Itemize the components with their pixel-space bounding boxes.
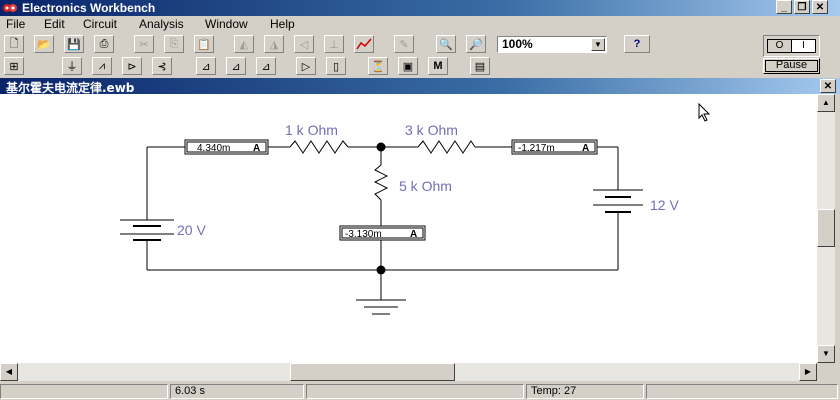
digital-bin-icon[interactable]: ▯	[326, 57, 346, 75]
basic-bin-icon[interactable]: ⩘	[92, 57, 112, 75]
scroll-corner	[817, 363, 840, 381]
close-button[interactable]: ✕	[812, 0, 828, 14]
zoom-in-icon[interactable]: 🔎	[466, 35, 486, 53]
indicators-bin-icon[interactable]: ⏳	[368, 57, 388, 75]
ammeter-3-reading: -3.130m	[345, 229, 382, 240]
menu-analysis[interactable]: Analysis	[139, 17, 184, 31]
r1-label: 1 k Ohm	[285, 122, 338, 138]
graph-icon[interactable]	[354, 35, 374, 53]
menu-window[interactable]: Window	[205, 17, 248, 31]
scroll-left-icon[interactable]: ◀	[0, 363, 18, 381]
power-switch[interactable]: O I	[763, 35, 820, 57]
junction-node-bottom	[376, 265, 386, 275]
power-on-label: I	[802, 40, 805, 51]
ammeter-2-unit: A	[582, 143, 589, 154]
circuit-canvas[interactable]: 4.340m A -1.217m A -3.130m A 1 k Ohm 3 k…	[0, 94, 817, 363]
status-panel-empty	[306, 384, 524, 399]
status-panel-extra	[646, 384, 838, 399]
v1-label: 20 V	[177, 222, 206, 238]
app-titlebar: Electronics Workbench	[0, 0, 840, 16]
minimize-button[interactable]: _	[776, 0, 792, 14]
open-folder-icon[interactable]: 📂	[34, 35, 54, 53]
rotate-icon[interactable]: ◭	[234, 35, 254, 53]
transistors-bin-icon[interactable]: ⊰	[152, 57, 172, 75]
ammeter-2[interactable]: -1.217m A	[511, 139, 598, 155]
menu-edit[interactable]: Edit	[44, 17, 65, 31]
ammeter-3-unit: A	[410, 229, 417, 240]
sources-bin-icon[interactable]: ⏚	[62, 57, 82, 75]
vertical-scrollbar[interactable]: ▲ ▼	[817, 94, 835, 363]
paste-icon[interactable]: 📋	[194, 35, 214, 53]
power-off-label: O	[768, 40, 792, 52]
app-logo-icon	[3, 4, 17, 12]
r2-label: 3 k Ohm	[405, 122, 458, 138]
resistor-r1	[289, 140, 349, 154]
document-close-button[interactable]: ✕	[820, 79, 836, 93]
app-title: Electronics Workbench	[22, 1, 156, 15]
flip-horizontal-icon[interactable]: ◮	[264, 35, 284, 53]
parts-toolbar: ⊞ ⏚ ⩘ ⊳ ⊰ ⊿ ⊿ ⊿ ▷ ▯ ⏳ ▣ M ▤	[0, 55, 840, 77]
pause-button[interactable]: Pause	[763, 58, 820, 74]
document-titlebar: 基尔霍夫电流定律.ewb ✕	[0, 78, 840, 95]
ammeter-1-unit: A	[253, 143, 260, 154]
resistor-r3	[373, 164, 389, 201]
status-bar: 6.03 s Temp: 27	[0, 383, 840, 400]
battery-v1	[120, 219, 174, 241]
battery-v2	[593, 189, 643, 213]
analog-ic-bin-icon[interactable]: ⊿	[196, 57, 216, 75]
ammeter-1[interactable]: 4.340m A	[184, 139, 269, 155]
ammeter-1-reading: 4.340m	[197, 143, 230, 154]
r3-label: 5 k Ohm	[399, 178, 452, 194]
status-temp: Temp: 27	[526, 384, 644, 399]
flip-vertical-icon[interactable]: ◁	[294, 35, 314, 53]
mouse-cursor-icon	[698, 102, 711, 122]
menu-circuit[interactable]: Circuit	[83, 17, 117, 31]
ammeter-2-reading: -1.217m	[518, 143, 555, 154]
controls-bin-icon[interactable]: ▣	[398, 57, 418, 75]
restore-button[interactable]: ❐	[794, 0, 810, 14]
zoom-value: 100%	[502, 37, 533, 51]
zoom-select[interactable]: 100% ▼	[497, 36, 607, 53]
circuit-diagram: 4.340m A -1.217m A -3.130m A 1 k Ohm 3 k…	[120, 102, 711, 315]
save-icon[interactable]: 💾	[64, 35, 84, 53]
window-controls: _ ❐ ✕	[776, 0, 828, 14]
digital-ic-bin-icon[interactable]: ⊿	[256, 57, 276, 75]
diodes-bin-icon[interactable]: ⊳	[122, 57, 142, 75]
scroll-down-icon[interactable]: ▼	[817, 345, 835, 363]
horizontal-scrollbar[interactable]: ◀ ▶	[0, 363, 817, 381]
ammeter-3[interactable]: -3.130m A	[339, 225, 426, 241]
horizontal-scroll-thumb[interactable]	[290, 363, 455, 381]
menu-help[interactable]: Help	[270, 17, 295, 31]
menu-file[interactable]: File	[6, 17, 25, 31]
misc-bin-icon[interactable]: M	[428, 57, 448, 75]
mixed-ic-bin-icon[interactable]: ⊿	[226, 57, 246, 75]
v2-label: 12 V	[650, 197, 679, 213]
chevron-down-icon[interactable]: ▼	[591, 38, 605, 51]
scroll-right-icon[interactable]: ▶	[799, 363, 817, 381]
new-file-icon[interactable]: 🗋	[4, 35, 24, 53]
main-toolbar: 🗋 📂 💾 ⎙ ✂ ⎘ 📋 ◭ ◮ ◁ ⊥ ✎ 🔍 🔎 100% ▼ ?	[0, 33, 840, 55]
copy-icon[interactable]: ⎘	[164, 35, 184, 53]
cut-icon[interactable]: ✂	[134, 35, 154, 53]
print-icon[interactable]: ⎙	[94, 35, 114, 53]
status-panel-message	[0, 384, 168, 399]
parts-bin-icon[interactable]: ⊞	[4, 57, 24, 75]
scroll-up-icon[interactable]: ▲	[817, 94, 835, 112]
help-button[interactable]: ?	[624, 35, 650, 53]
resistor-r2	[417, 140, 476, 154]
status-time: 6.03 s	[170, 384, 304, 399]
zoom-out-icon[interactable]: 🔍	[436, 35, 456, 53]
menu-bar: File Edit Circuit Analysis Window Help	[0, 16, 840, 32]
vertical-scroll-thumb[interactable]	[817, 209, 835, 247]
logic-gates-bin-icon[interactable]: ▷	[296, 57, 316, 75]
instruments-bin-icon[interactable]: ▤	[470, 57, 490, 75]
component-properties-icon[interactable]: ⊥	[324, 35, 344, 53]
component-icon[interactable]: ✎	[394, 35, 414, 53]
junction-node-top	[376, 142, 386, 152]
